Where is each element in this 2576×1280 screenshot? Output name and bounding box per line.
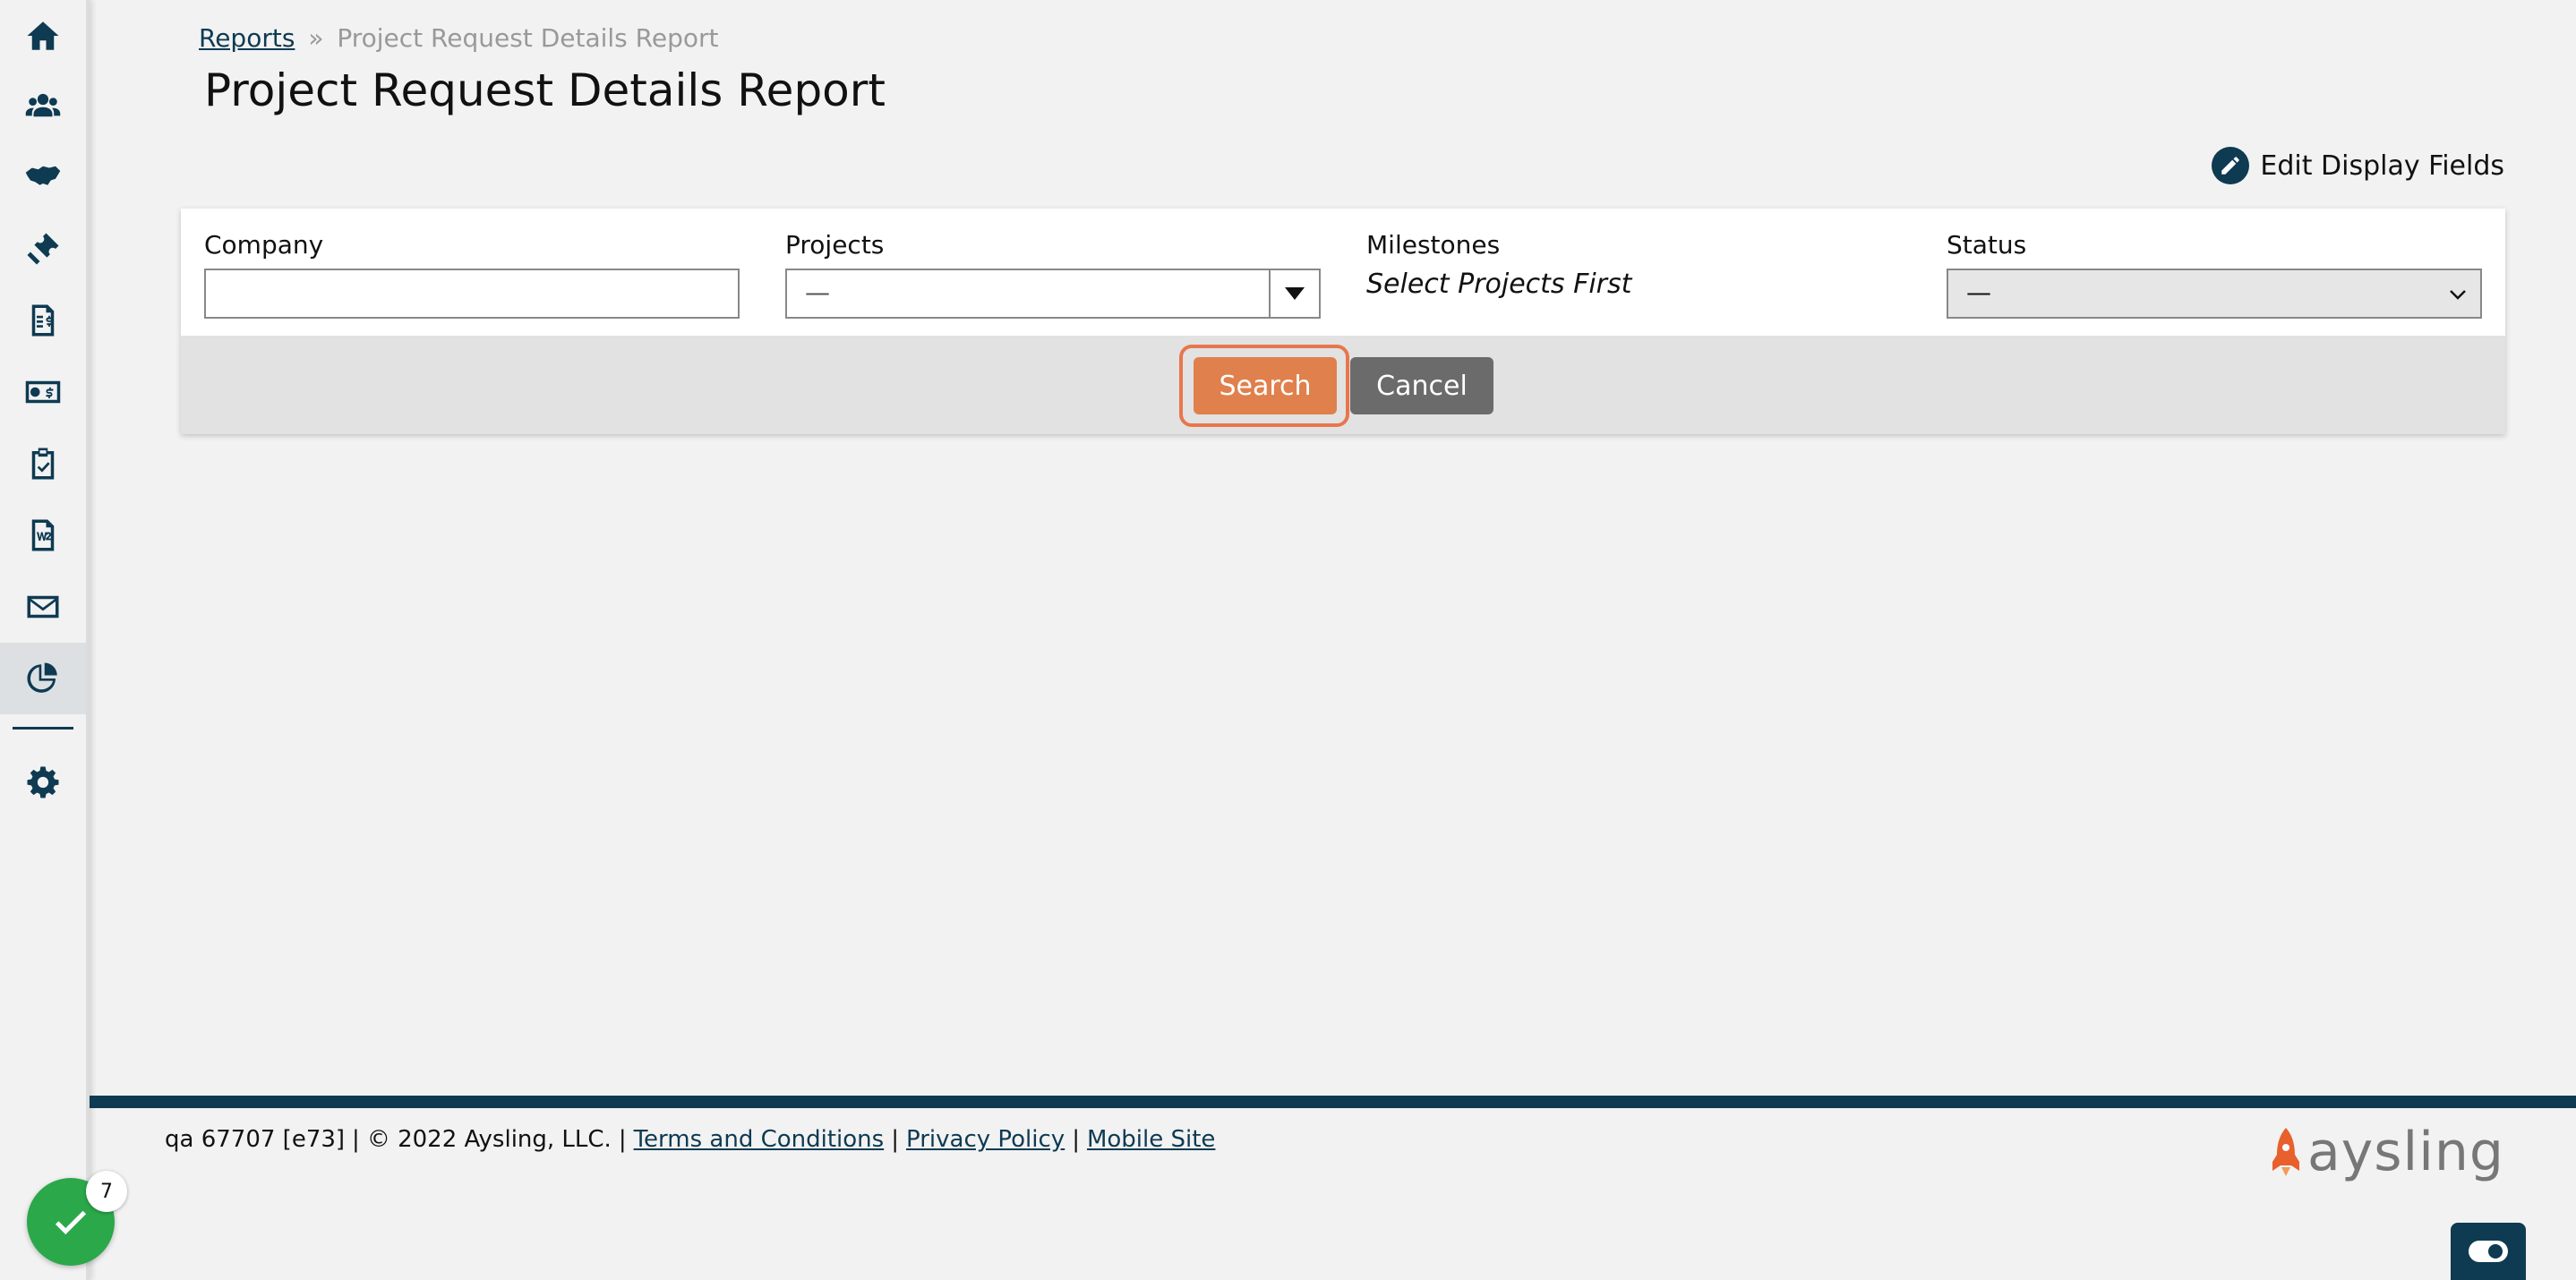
sidebar-divider [13, 727, 73, 730]
sidebar-nav [0, 0, 90, 1280]
company-input[interactable] [204, 269, 740, 319]
sidebar-item-invoices[interactable] [0, 285, 86, 356]
money-exchange-icon [25, 380, 61, 404]
sidebar-item-home[interactable] [0, 0, 86, 72]
sidebar-item-w2[interactable] [0, 499, 86, 571]
projects-select[interactable]: — [785, 269, 1321, 319]
check-icon [55, 1210, 87, 1235]
clipboard-check-icon [31, 448, 55, 480]
breadcrumb: Reports » Project Request Details Report [199, 23, 718, 53]
status-select[interactable]: — [1947, 269, 2482, 319]
company-label: Company [204, 230, 324, 260]
status-selected-value: — [1966, 277, 1991, 307]
breadcrumb-current: Project Request Details Report [337, 23, 719, 53]
milestones-field: Milestones Select Projects First [1366, 230, 1631, 300]
edit-display-fields-button[interactable]: Edit Display Fields [2212, 147, 2504, 184]
sidebar-item-settings[interactable] [0, 747, 86, 818]
reports-chart-icon [27, 662, 57, 693]
copyright: © 2022 Aysling, LLC. [366, 1126, 612, 1153]
edit-display-fields-label: Edit Display Fields [2260, 149, 2504, 182]
sidebar-item-deals[interactable] [0, 141, 86, 213]
sidebar-item-tickets[interactable] [0, 213, 86, 285]
projects-field: Projects — [785, 230, 1321, 319]
search-button[interactable]: Search [1194, 357, 1337, 414]
terms-link[interactable]: Terms and Conditions [634, 1126, 885, 1153]
projects-label: Projects [785, 230, 885, 260]
filter-fields: Company Projects — Milestones Select Pro… [181, 209, 2505, 336]
sidebar-item-finance[interactable] [0, 356, 86, 428]
mobile-site-link[interactable]: Mobile Site [1087, 1126, 1215, 1153]
sidebar-item-reports[interactable] [0, 643, 86, 714]
handshake-icon [25, 166, 61, 185]
projects-dropdown-arrow[interactable] [1269, 270, 1319, 317]
footer: qa 67707 [e73] | © 2022 Aysling, LLC. | Term… [165, 1126, 1216, 1153]
mail-icon [27, 595, 59, 619]
breadcrumb-separator: » [308, 23, 324, 53]
sidebar-item-people[interactable] [0, 70, 86, 141]
rocket-icon [2272, 1128, 2299, 1176]
chevron-down-icon [2450, 290, 2466, 300]
people-icon [25, 93, 61, 117]
toggle-panel-button[interactable] [2451, 1223, 2526, 1280]
breadcrumb-reports-link[interactable]: Reports [199, 23, 295, 53]
cancel-button[interactable]: Cancel [1350, 357, 1493, 414]
status-field: Status — [1947, 230, 2482, 319]
filter-actions: Search Cancel [181, 336, 2505, 434]
w2-document-icon [31, 519, 55, 551]
milestones-note: Select Projects First [1366, 269, 1632, 300]
filter-panel: Company Projects — Milestones Select Pro… [181, 209, 2505, 434]
pencil-icon [2212, 147, 2250, 184]
triangle-down-icon [1285, 287, 1305, 300]
logo-wordmark: aysling [2307, 1121, 2504, 1183]
build-info: qa 67707 [e73] [165, 1126, 346, 1153]
home-icon [27, 21, 59, 50]
company-field: Company [204, 230, 740, 319]
toggle-icon [2469, 1241, 2508, 1262]
sidebar-item-tasks[interactable] [0, 428, 86, 499]
aysling-logo: aysling [2268, 1121, 2504, 1183]
gear-icon [27, 766, 59, 798]
page-title: Project Request Details Report [204, 64, 886, 116]
ticket-icon [27, 233, 59, 265]
privacy-link[interactable]: Privacy Policy [906, 1126, 1065, 1153]
status-label: Status [1947, 230, 2027, 260]
milestones-label: Milestones [1366, 230, 1501, 260]
footer-divider [90, 1096, 2576, 1108]
projects-selected-value: — [805, 277, 830, 307]
sidebar-item-mail[interactable] [0, 571, 86, 643]
fab-count-badge: 7 [86, 1171, 127, 1212]
invoice-icon [31, 304, 55, 337]
